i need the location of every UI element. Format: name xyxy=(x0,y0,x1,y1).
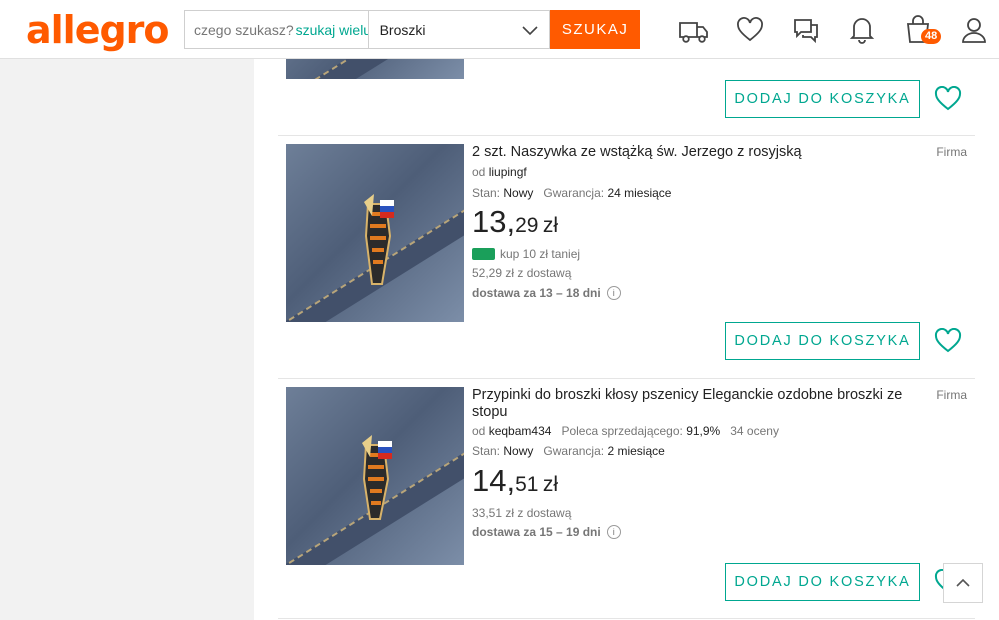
filters-sidebar xyxy=(0,59,254,620)
delivery-time-text: dostawa za 13 – 18 dni xyxy=(472,286,601,300)
cart-count-badge: 48 xyxy=(921,29,942,44)
warranty-label: Gwarancja: xyxy=(543,186,605,200)
warranty-value: 24 miesiące xyxy=(607,186,672,200)
condition-value: Nowy xyxy=(503,186,534,200)
allegro-logo[interactable]: allegro xyxy=(26,8,170,52)
price-integer: 13, xyxy=(472,204,516,239)
search-button[interactable]: SZUKAJ xyxy=(550,10,640,49)
top-bar: allegro czego szukasz? szukaj wielu Bros… xyxy=(0,0,999,59)
favorite-heart-icon[interactable] xyxy=(934,85,962,113)
chevron-down-icon xyxy=(522,25,538,35)
price-with-delivery: 52,29 zł z dostawą xyxy=(472,266,572,280)
condition-value: Nowy xyxy=(503,444,534,458)
price-currency: zł xyxy=(542,473,559,496)
search-hint-accent[interactable]: szukaj wielu xyxy=(296,22,368,38)
ratings-count[interactable]: 34 oceny xyxy=(730,424,779,438)
seller-type: Firma xyxy=(936,388,967,402)
heart-icon[interactable] xyxy=(722,12,778,48)
category-value: Broszki xyxy=(379,21,426,38)
coupon-icon xyxy=(472,248,495,260)
deal-line: kup 10 zł taniej xyxy=(472,247,580,261)
recommend-value: 91,9% xyxy=(686,424,721,438)
price-currency: zł xyxy=(542,214,559,237)
info-icon[interactable]: i xyxy=(606,286,621,300)
favorite-heart-icon[interactable] xyxy=(934,327,962,355)
price-integer: 14, xyxy=(472,463,516,498)
product-image[interactable] xyxy=(286,387,464,565)
search-bar: czego szukasz? szukaj wielu Broszki SZUK… xyxy=(184,10,640,49)
seller-prefix: od xyxy=(472,165,486,179)
header-icons: 48 xyxy=(666,12,999,48)
add-to-cart-button[interactable]: DODAJ DO KOSZYKA xyxy=(725,80,920,118)
price-with-delivery: 33,51 zł z dostawą xyxy=(472,506,572,520)
delivery-truck-icon[interactable] xyxy=(666,12,722,48)
delivery-time: dostawa za 15 – 19 dni i xyxy=(472,525,621,539)
condition-line: Stan: Nowy Gwarancja: 2 miesiące xyxy=(472,444,665,458)
recommend-label: Poleca sprzedającego: xyxy=(561,424,683,438)
listing-results: DODAJ DO KOSZYKA 2 szt. Naszywka ze wstą… xyxy=(254,0,999,620)
cart-icon[interactable]: 48 xyxy=(890,12,946,48)
condition-label: Stan: xyxy=(472,444,501,458)
ribbon-pin-image xyxy=(364,194,394,285)
chevron-up-icon xyxy=(956,578,970,587)
price: 13,29 zł xyxy=(472,204,558,240)
info-icon[interactable]: i xyxy=(606,525,621,539)
add-to-cart-button[interactable]: DODAJ DO KOSZYKA xyxy=(725,563,920,601)
ribbon-pin-image xyxy=(362,435,392,520)
warranty-value: 2 miesiące xyxy=(607,444,665,458)
deal-text: kup 10 zł taniej xyxy=(500,247,581,261)
search-input[interactable]: czego szukasz? szukaj wielu xyxy=(184,10,368,49)
condition-line: Stan: Nowy Gwarancja: 24 miesiące xyxy=(472,186,671,200)
listing-card: 2 szt. Naszywka ze wstążką św. Jerzego z… xyxy=(278,136,975,379)
seller-type: Firma xyxy=(936,145,967,159)
price: 14,51 zł xyxy=(472,463,558,499)
warranty-label: Gwarancja: xyxy=(543,444,605,458)
seller-name[interactable]: liupingf xyxy=(489,165,527,179)
delivery-time-text: dostawa za 15 – 19 dni xyxy=(472,525,601,539)
chat-icon[interactable] xyxy=(778,12,834,48)
seller-name[interactable]: keqbam434 xyxy=(489,424,552,438)
listing-card: Przypinki do broszki kłosy pszenicy Eleg… xyxy=(278,379,975,619)
search-placeholder: czego szukasz? xyxy=(194,21,294,38)
product-image[interactable] xyxy=(286,144,464,322)
add-to-cart-button[interactable]: DODAJ DO KOSZYKA xyxy=(725,322,920,360)
category-select[interactable]: Broszki xyxy=(367,10,551,49)
condition-label: Stan: xyxy=(472,186,501,200)
user-icon[interactable] xyxy=(946,12,999,48)
delivery-time: dostawa za 13 – 18 dni i xyxy=(472,286,621,300)
price-fraction: 51 xyxy=(515,473,539,496)
seller-prefix: od xyxy=(472,424,486,438)
listing-title[interactable]: 2 szt. Naszywka ze wstążką św. Jerzego z… xyxy=(472,144,912,161)
seller-line: od liupingf xyxy=(472,165,527,179)
price-fraction: 29 xyxy=(515,214,539,237)
listing-title[interactable]: Przypinki do broszki kłosy pszenicy Eleg… xyxy=(472,387,912,421)
seller-line: od keqbam434 Poleca sprzedającego: 91,9%… xyxy=(472,424,779,438)
bell-icon[interactable] xyxy=(834,12,890,48)
scroll-to-top-button[interactable] xyxy=(943,563,983,603)
